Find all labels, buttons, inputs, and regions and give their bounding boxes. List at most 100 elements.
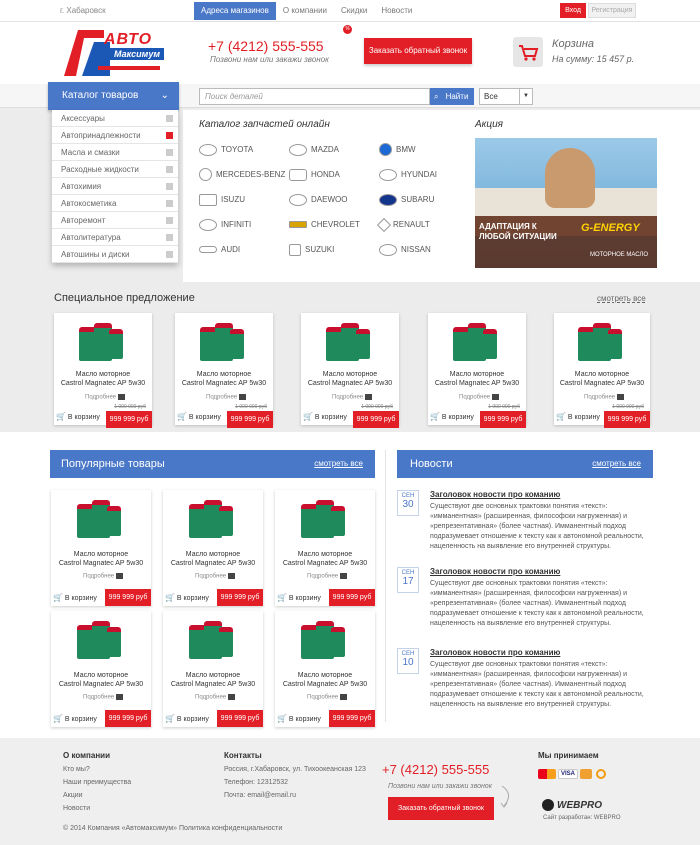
- add-to-cart-button[interactable]: 🛒 В корзину: [165, 593, 209, 602]
- footer-link[interactable]: Кто мы?: [63, 766, 90, 773]
- cart-icon[interactable]: [513, 37, 543, 67]
- cart-title[interactable]: Корзина: [552, 38, 594, 50]
- footer-email[interactable]: Почта: email@email.ru: [224, 792, 296, 799]
- news-headline-link[interactable]: Заголовок новости про команию: [430, 490, 560, 499]
- details-link[interactable]: Подробнее: [83, 694, 124, 701]
- product-card[interactable]: Масло моторное Castrol Magnatec AP 5w30 По…: [51, 490, 151, 606]
- catalog-item[interactable]: Масла и смазки: [52, 144, 178, 161]
- product-card[interactable]: Масло моторное Castrol Magnatec AP 5w30 По…: [163, 490, 263, 606]
- brand-hyundai[interactable]: HYUNDAI: [379, 165, 467, 185]
- brand-mercedes[interactable]: MERCEDES-BENZ: [199, 165, 287, 185]
- brand-suzuki[interactable]: SUZUKI: [289, 240, 377, 260]
- catalog-item[interactable]: Автокосметика: [52, 195, 178, 212]
- product-name[interactable]: Масло моторное Castrol Magnatec AP 5w30: [275, 550, 375, 568]
- promo-banner[interactable]: АДАПТАЦИЯ К ЛЮБОЙ СИТУАЦИИ G-ENERGY МОТО…: [475, 138, 657, 268]
- product-name[interactable]: Масло моторное Castrol Magnatec AP 5w30: [51, 550, 151, 568]
- product-name[interactable]: Масло моторное Castrol Magnatec AP 5w30: [163, 671, 263, 689]
- login-button[interactable]: Вход: [560, 3, 586, 18]
- product-name[interactable]: Масло моторное Castrol Magnatec AP 5w30: [301, 370, 399, 388]
- product-card[interactable]: Масло моторное Castrol Magnatec AP 5w30 По…: [428, 313, 526, 428]
- add-to-cart-button[interactable]: 🛒 В корзину: [277, 593, 321, 602]
- brand-mazda[interactable]: MAZDA: [289, 140, 377, 160]
- news-headline-link[interactable]: Заголовок новости про команию: [430, 567, 560, 576]
- webpro-logo[interactable]: WEBPRO: [557, 800, 602, 811]
- oil-canister-image[interactable]: [326, 323, 374, 365]
- oil-canister-image[interactable]: [301, 500, 349, 542]
- oil-canister-image[interactable]: [578, 323, 626, 365]
- details-link[interactable]: Подробнее: [584, 394, 625, 401]
- product-name[interactable]: Масло моторное Castrol Magnatec AP 5w30: [428, 370, 526, 388]
- product-card[interactable]: Масло моторное Castrol Magnatec AP 5w30 По…: [301, 313, 399, 428]
- brand-renault[interactable]: RENAULT: [376, 215, 467, 235]
- nav-about[interactable]: О компании: [276, 2, 334, 20]
- add-to-cart-button[interactable]: 🛒 В корзину: [277, 714, 321, 723]
- popular-see-all-link[interactable]: смотреть все: [314, 450, 363, 478]
- product-card[interactable]: Масло моторное Castrol Magnatec AP 5w30 По…: [51, 611, 151, 727]
- oil-canister-image[interactable]: [189, 621, 237, 663]
- footer-callback-button[interactable]: Заказать обратный звонок: [388, 797, 494, 820]
- product-card[interactable]: Масло моторное Castrol Magnatec AP 5w30 По…: [554, 313, 650, 428]
- product-name[interactable]: Масло моторное Castrol Magnatec AP 5w30: [54, 370, 152, 388]
- details-link[interactable]: Подробнее: [83, 573, 124, 580]
- news-headline-link[interactable]: Заголовок новости про команию: [430, 648, 560, 657]
- oil-canister-image[interactable]: [77, 621, 125, 663]
- brand-bmw[interactable]: BMW: [379, 140, 467, 160]
- add-to-cart-button[interactable]: 🛒 В корзину: [303, 412, 347, 421]
- catalog-item[interactable]: Аксессуары: [52, 110, 178, 127]
- catalog-item[interactable]: Автохимия: [52, 178, 178, 195]
- product-card[interactable]: Масло моторное Castrol Magnatec AP 5w30 По…: [163, 611, 263, 727]
- catalog-item[interactable]: Автошины и диски: [52, 246, 178, 263]
- product-card[interactable]: Масло моторное Castrol Magnatec AP 5w30 По…: [54, 313, 152, 428]
- brand-infiniti[interactable]: INFINITI: [199, 215, 287, 235]
- footer-link[interactable]: Наши преимущества: [63, 779, 131, 786]
- catalog-item[interactable]: Расходные жидкости: [52, 161, 178, 178]
- oil-canister-image[interactable]: [301, 621, 349, 663]
- brand-isuzu[interactable]: ISUZU: [199, 190, 287, 210]
- add-to-cart-button[interactable]: 🛒 В корзину: [53, 593, 97, 602]
- header-phone[interactable]: +7 (4212) 555-555: [208, 38, 324, 54]
- callback-button[interactable]: Заказать обратный звонок: [364, 38, 472, 64]
- add-to-cart-button[interactable]: 🛒 В корзину: [177, 412, 221, 421]
- product-card[interactable]: Масло моторное Castrol Magnatec AP 5w30 По…: [275, 490, 375, 606]
- brand-subaru[interactable]: SUBARU: [379, 190, 467, 210]
- nav-discounts[interactable]: Скидки%: [334, 2, 374, 34]
- register-button[interactable]: Регистрация: [588, 3, 636, 18]
- product-card[interactable]: Масло моторное Castrol Magnatec AP 5w30 По…: [275, 611, 375, 727]
- brand-chevrolet[interactable]: CHEVROLET: [289, 215, 377, 235]
- catalog-item-active[interactable]: Автопринадлежности: [52, 127, 178, 144]
- product-name[interactable]: Масло моторное Castrol Magnatec AP 5w30: [163, 550, 263, 568]
- brand-nissan[interactable]: NISSAN: [379, 240, 467, 260]
- details-link[interactable]: Подробнее: [206, 394, 247, 401]
- city-selector[interactable]: г. Хабаровск: [60, 6, 106, 15]
- details-link[interactable]: Подробнее: [195, 573, 236, 580]
- add-to-cart-button[interactable]: 🛒 В корзину: [165, 714, 209, 723]
- footer-link[interactable]: Акции: [63, 792, 83, 799]
- product-name[interactable]: Масло моторное Castrol Magnatec AP 5w30: [554, 370, 650, 388]
- add-to-cart-button[interactable]: 🛒 В корзину: [56, 412, 100, 421]
- product-name[interactable]: Масло моторное Castrol Magnatec AP 5w30: [175, 370, 273, 388]
- catalog-item[interactable]: Автолитература: [52, 229, 178, 246]
- category-select[interactable]: Все ▼: [479, 88, 533, 105]
- oil-canister-image[interactable]: [77, 500, 125, 542]
- nav-stores[interactable]: Адреса магазинов: [194, 2, 276, 20]
- add-to-cart-button[interactable]: 🛒 В корзину: [556, 412, 600, 421]
- details-link[interactable]: Подробнее: [459, 394, 500, 401]
- oil-canister-image[interactable]: [200, 323, 248, 365]
- details-link[interactable]: Подробнее: [307, 694, 348, 701]
- footer-phone[interactable]: +7 (4212) 555-555: [382, 762, 489, 777]
- catalog-button[interactable]: Каталог товаров ⌄: [48, 82, 179, 110]
- special-see-all-link[interactable]: смотреть все: [597, 294, 646, 303]
- product-card[interactable]: Масло моторное Castrol Magnatec AP 5w30 По…: [175, 313, 273, 428]
- details-link[interactable]: Подробнее: [85, 394, 126, 401]
- brand-honda[interactable]: HONDA: [289, 165, 377, 185]
- oil-canister-image[interactable]: [79, 323, 127, 365]
- footer-link[interactable]: Новости: [63, 805, 90, 812]
- brand-toyota[interactable]: TOYOTA: [199, 140, 287, 160]
- oil-canister-image[interactable]: [189, 500, 237, 542]
- news-see-all-link[interactable]: смотреть все: [592, 450, 641, 478]
- catalog-item[interactable]: Авторемонт: [52, 212, 178, 229]
- add-to-cart-button[interactable]: 🛒 В корзину: [430, 412, 474, 421]
- product-name[interactable]: Масло моторное Castrol Magnatec AP 5w30: [51, 671, 151, 689]
- details-link[interactable]: Подробнее: [195, 694, 236, 701]
- oil-canister-image[interactable]: [453, 323, 501, 365]
